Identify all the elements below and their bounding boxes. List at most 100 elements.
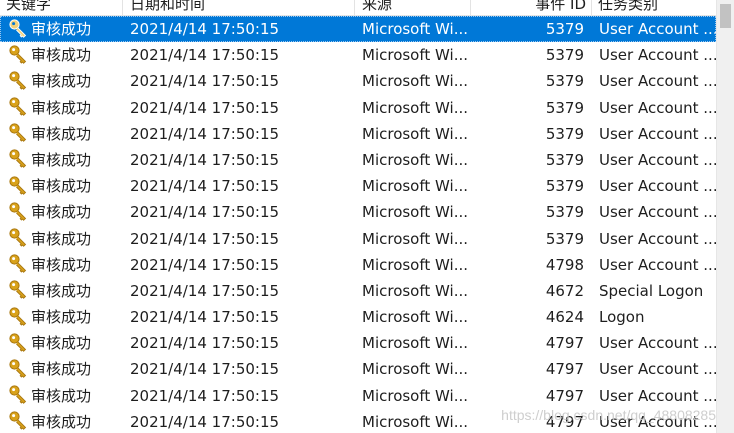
cell-datetime: 2021/4/14 17:50:15 (130, 255, 280, 274)
key-icon (8, 410, 28, 431)
cell-source: Microsoft Wi... (362, 229, 469, 248)
cell-category: User Account ... (599, 203, 716, 222)
table-row[interactable]: 审核成功 2021/4/14 17:50:15 Microsoft Wi... 467… (0, 278, 716, 304)
cell-category: Special Logon (599, 281, 704, 300)
table-row[interactable]: 审核成功 2021/4/14 17:50:15 Microsoft Wi... 479… (0, 252, 716, 278)
keyword-text: 审核成功 (31, 124, 92, 143)
key-icon (8, 96, 28, 116)
table-row[interactable]: 审核成功 2021/4/14 17:50:15 Microsoft Wi... 537… (0, 121, 716, 147)
scrollbar-thumb[interactable] (720, 4, 731, 28)
cell-source: Microsoft Wi... (362, 124, 469, 143)
cell-source: Microsoft Wi... (362, 20, 469, 38)
cell-source: Microsoft Wi... (362, 281, 469, 300)
table-row[interactable]: 审核成功 2021/4/14 17:50:15 Microsoft Wi... 537… (0, 173, 716, 199)
keyword-text: 审核成功 (31, 229, 92, 248)
column-divider[interactable] (122, 0, 123, 15)
keyword-text: 审核成功 (31, 386, 92, 405)
cell-source: Microsoft Wi... (362, 72, 469, 91)
cell-source: Microsoft Wi... (362, 46, 469, 65)
key-icon (8, 227, 28, 247)
cell-category: User Account ... (599, 72, 716, 91)
table-row[interactable]: 审核成功 2021/4/14 17:50:15 Microsoft Wi... 537… (0, 95, 716, 121)
cell-keyword: 审核成功 (8, 304, 118, 330)
cell-category: User Account ... (599, 386, 716, 405)
cell-category: User Account ... (599, 334, 716, 353)
cell-keyword: 审核成功 (8, 383, 118, 409)
column-source[interactable]: 来源 (356, 0, 470, 15)
cell-datetime: 2021/4/14 17:50:15 (130, 334, 280, 353)
watermark: https://blog.csdn.net/qq_48808285 (501, 407, 716, 423)
cell-category: Logon (599, 308, 645, 327)
column-category[interactable]: 任务类别 (592, 0, 716, 15)
cell-category: User Account ... (599, 177, 716, 196)
cell-keyword: 审核成功 (8, 95, 118, 121)
cell-keyword: 审核成功 (8, 278, 118, 304)
cell-event-id: 4797 (545, 386, 584, 405)
cell-keyword: 审核成功 (8, 68, 118, 94)
cell-event-id: 4624 (545, 308, 584, 327)
cell-keyword: 审核成功 (8, 16, 118, 42)
cell-event-id: 4672 (545, 281, 584, 300)
cell-datetime: 2021/4/14 17:50:15 (130, 412, 280, 431)
key-icon (8, 18, 28, 38)
column-divider[interactable] (354, 0, 355, 15)
column-datetime[interactable]: 日期和时间 (124, 0, 354, 15)
table-row[interactable]: 审核成功 2021/4/14 17:50:15 Microsoft Wi... 537… (0, 42, 716, 68)
keyword-text: 审核成功 (31, 46, 92, 65)
table-row[interactable]: 审核成功 2021/4/14 17:50:15 Microsoft Wi... 537… (0, 68, 716, 94)
keyword-text: 审核成功 (31, 150, 92, 169)
cell-source: Microsoft Wi... (362, 203, 469, 222)
cell-source: Microsoft Wi... (362, 308, 469, 327)
cell-category: User Account ... (599, 360, 716, 379)
column-divider[interactable] (470, 0, 471, 15)
key-icon (8, 306, 28, 326)
cell-event-id: 5379 (545, 46, 584, 65)
table-row[interactable]: 审核成功 2021/4/14 17:50:15 Microsoft Wi... 479… (0, 383, 716, 409)
table-row[interactable]: 审核成功 2021/4/14 17:50:15 Microsoft Wi... 537… (0, 226, 716, 252)
cell-source: Microsoft Wi... (362, 177, 469, 196)
cell-keyword: 审核成功 (8, 409, 118, 433)
key-icon (8, 253, 28, 274)
keyword-text: 审核成功 (31, 98, 92, 117)
table-row[interactable]: 审核成功 2021/4/14 17:50:15 Microsoft Wi... 537… (0, 16, 716, 43)
cell-datetime: 2021/4/14 17:50:15 (130, 177, 280, 196)
key-icon (8, 201, 28, 221)
keyword-text: 审核成功 (31, 308, 92, 327)
cell-keyword: 审核成功 (8, 330, 118, 356)
table-row[interactable]: 审核成功 2021/4/14 17:50:15 Microsoft Wi... 537… (0, 147, 716, 173)
cell-category: User Account ... (599, 255, 716, 274)
cell-source: Microsoft Wi... (362, 98, 469, 117)
key-icon (8, 122, 28, 143)
cell-datetime: 2021/4/14 17:50:15 (130, 360, 280, 379)
cell-datetime: 2021/4/14 17:50:15 (130, 386, 280, 405)
cell-keyword: 审核成功 (8, 121, 118, 147)
key-icon (8, 332, 28, 352)
key-icon (8, 70, 28, 90)
key-icon (8, 358, 28, 378)
table-row[interactable]: 审核成功 2021/4/14 17:50:15 Microsoft Wi... 537… (0, 199, 716, 225)
cell-datetime: 2021/4/14 17:50:15 (130, 308, 280, 327)
cell-category: User Account ... (599, 20, 716, 38)
cell-event-id: 4797 (545, 360, 584, 379)
cell-event-id: 5379 (545, 72, 584, 91)
table-row[interactable]: 审核成功 2021/4/14 17:50:15 Microsoft Wi... 462… (0, 304, 716, 330)
keyword-text: 审核成功 (31, 334, 92, 353)
cell-event-id: 5379 (545, 150, 584, 169)
column-event-id[interactable]: 事件 ID (472, 0, 590, 15)
event-rows: 审核成功 2021/4/14 17:50:15 Microsoft Wi... 537… (0, 16, 716, 433)
table-row[interactable]: 审核成功 2021/4/14 17:50:15 Microsoft Wi... 479… (0, 330, 716, 356)
column-keyword[interactable]: 关键字 (0, 0, 122, 15)
cell-datetime: 2021/4/14 17:50:15 (130, 281, 280, 300)
cell-source: Microsoft Wi... (362, 150, 469, 169)
keyword-text: 审核成功 (31, 20, 92, 38)
table-row[interactable]: 审核成功 2021/4/14 17:50:15 Microsoft Wi... 479… (0, 356, 716, 382)
cell-category: User Account ... (599, 98, 716, 117)
key-icon (8, 384, 28, 404)
cell-event-id: 5379 (545, 98, 584, 117)
cell-datetime: 2021/4/14 17:50:15 (130, 203, 280, 222)
cell-source: Microsoft Wi... (362, 255, 469, 274)
column-header: 关键字 日期和时间 来源 事件 ID 任务类别 (0, 0, 716, 16)
vertical-scrollbar[interactable] (716, 0, 734, 433)
keyword-text: 审核成功 (31, 203, 92, 222)
cell-keyword: 审核成功 (8, 42, 118, 68)
